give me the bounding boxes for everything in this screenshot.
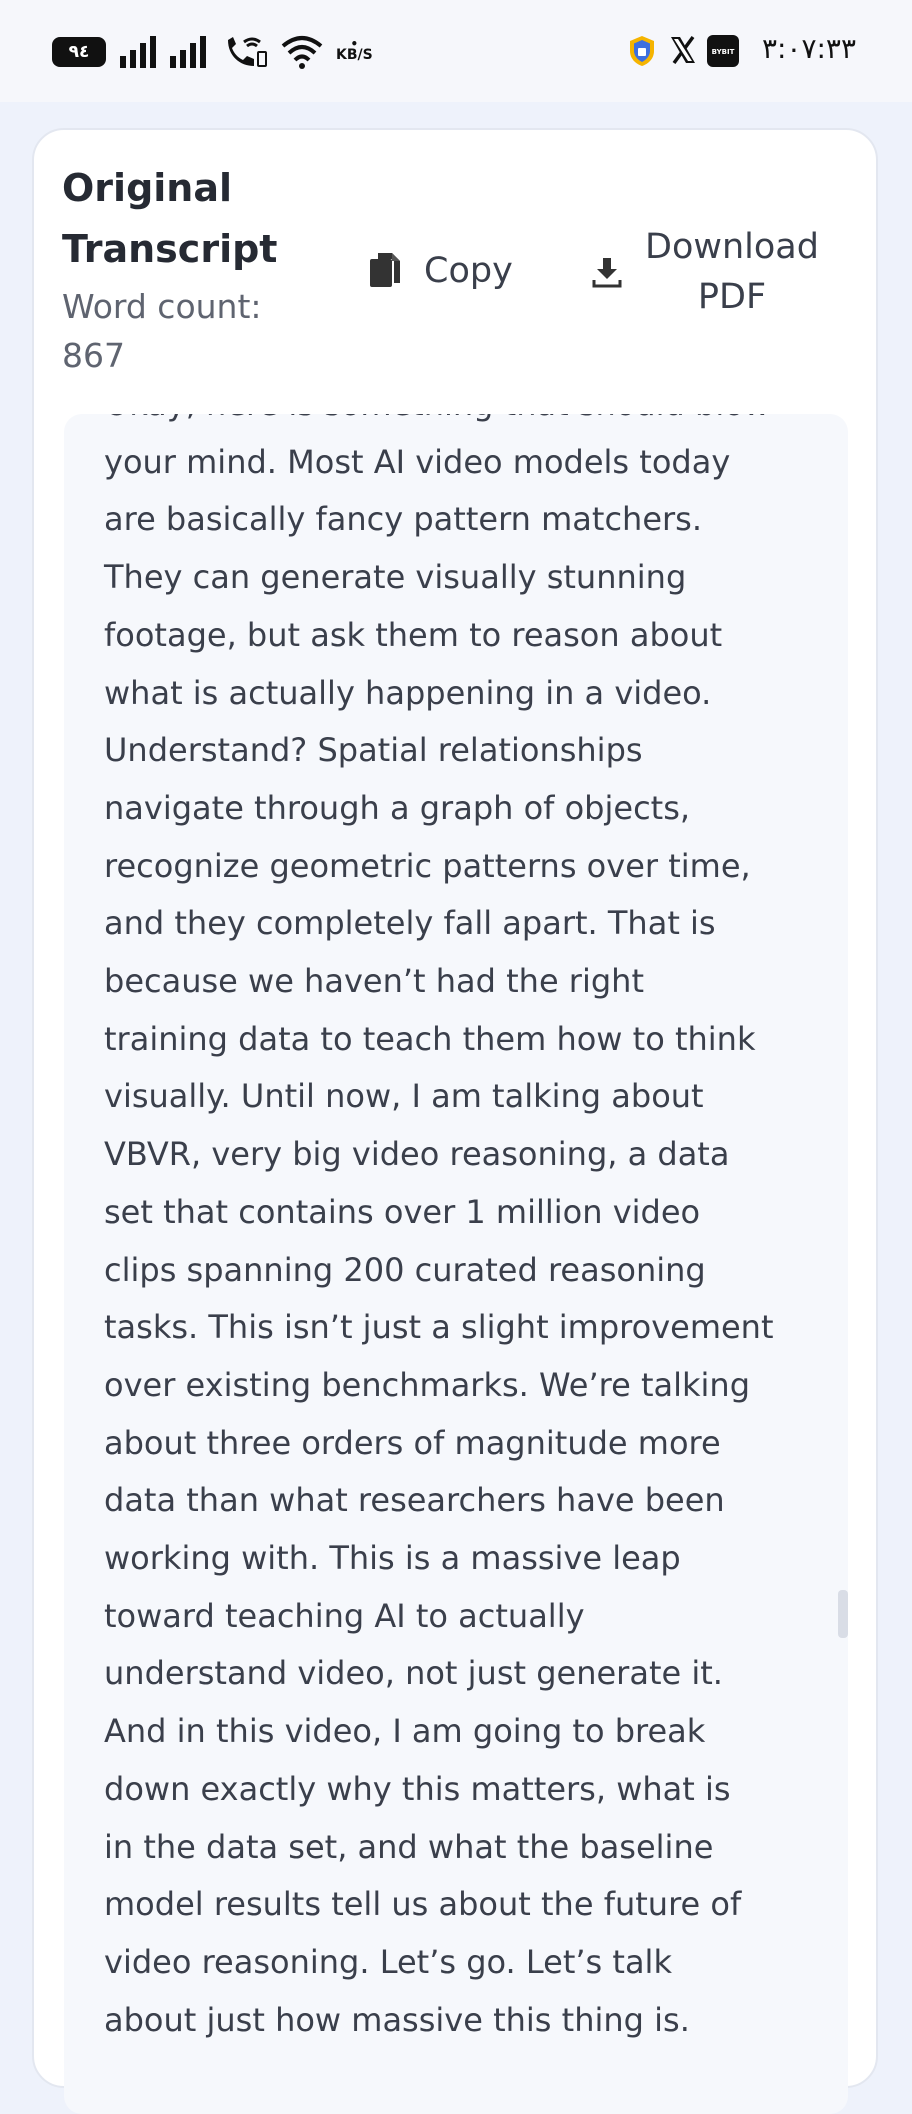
transcript-line: footage, but ask them to reason about: [104, 615, 723, 654]
transcript-line: model results tell us about the future o…: [104, 1885, 742, 1924]
transcript-line: And in this video, I am going to break: [104, 1712, 706, 1751]
transcript-line: video reasoning. Let’s go. Let’s talk: [104, 1942, 672, 1981]
copy-label: Copy: [424, 251, 513, 291]
wifi-call-icon: [228, 37, 267, 67]
page-title: Original Transcript: [62, 166, 278, 271]
signal-icon: [120, 36, 156, 68]
transcript-line: understand video, not just generate it.: [104, 1654, 723, 1693]
scrollbar[interactable]: [838, 1590, 848, 1638]
transcript-line: Understand? Spatial relationships: [104, 731, 643, 770]
status-bar: ٩٤ • KB/S BYBIT ٣:٠٧:٣٣: [0, 0, 912, 102]
copy-icon: [370, 253, 400, 287]
transcript-line: your mind. Most AI video models today: [104, 442, 731, 481]
transcript-line: what is actually happening in a video.: [104, 673, 712, 712]
transcript-text: Okay, here is something that should blow…: [104, 414, 824, 2049]
transcript-line: about just how massive this thing is.: [104, 2000, 690, 2039]
signal-icon: [170, 36, 206, 68]
transcript-line: navigate through a graph of objects,: [104, 788, 691, 827]
svg-text:BYBIT: BYBIT: [712, 48, 735, 56]
battery-level: ٩٤: [68, 42, 90, 62]
x-app-icon: [671, 35, 695, 65]
status-time: ٣:٠٧:٣٣: [761, 32, 856, 65]
transcript-box[interactable]: Okay, here is something that should blow…: [64, 414, 848, 2114]
transcript-line: recognize geometric patterns over time,: [104, 846, 751, 885]
vpn-shield-icon: [630, 36, 654, 66]
download-icon: [592, 258, 622, 288]
transcript-line: about three orders of magnitude more: [104, 1423, 721, 1462]
download-pdf-button[interactable]: Download PDF: [592, 222, 820, 322]
battery-icon: ٩٤: [52, 37, 106, 67]
transcript-line: over existing benchmarks. We’re talking: [104, 1365, 750, 1404]
transcript-line: working with. This is a massive leap: [104, 1539, 681, 1578]
network-speed: • KB/S: [336, 37, 373, 63]
transcript-line: data than what researchers have been: [104, 1481, 725, 1520]
transcript-line: Okay, here is something that should blow: [104, 414, 824, 434]
wifi-icon: [281, 36, 323, 69]
transcript-line: tasks. This isn’t just a slight improvem…: [104, 1308, 774, 1347]
transcript-line: set that contains over 1 million video: [104, 1192, 701, 1231]
transcript-line: and they completely fall apart. That is: [104, 904, 716, 943]
transcript-line: clips spanning 200 curated reasoning: [104, 1250, 706, 1289]
transcript-line: toward teaching AI to actually: [104, 1596, 585, 1635]
transcript-line: training data to teach them how to think: [104, 1019, 756, 1058]
transcript-line: because we haven’t had the right: [104, 962, 644, 1001]
transcript-line: They can generate visually stunning: [104, 558, 687, 597]
transcript-line: are basically fancy pattern matchers.: [104, 500, 702, 539]
word-count: Word count: 867: [62, 287, 262, 375]
transcript-line: in the data set, and what the baseline: [104, 1827, 714, 1866]
transcript-line: VBVR, very big video reasoning, a data: [104, 1135, 730, 1174]
transcript-line: down exactly why this matters, what is: [104, 1769, 731, 1808]
bybit-app-icon: BYBIT: [707, 35, 739, 67]
copy-button[interactable]: Copy: [368, 248, 513, 294]
transcript-line: visually. Until now, I am talking about: [104, 1077, 704, 1116]
download-label: Download PDF: [645, 227, 819, 317]
